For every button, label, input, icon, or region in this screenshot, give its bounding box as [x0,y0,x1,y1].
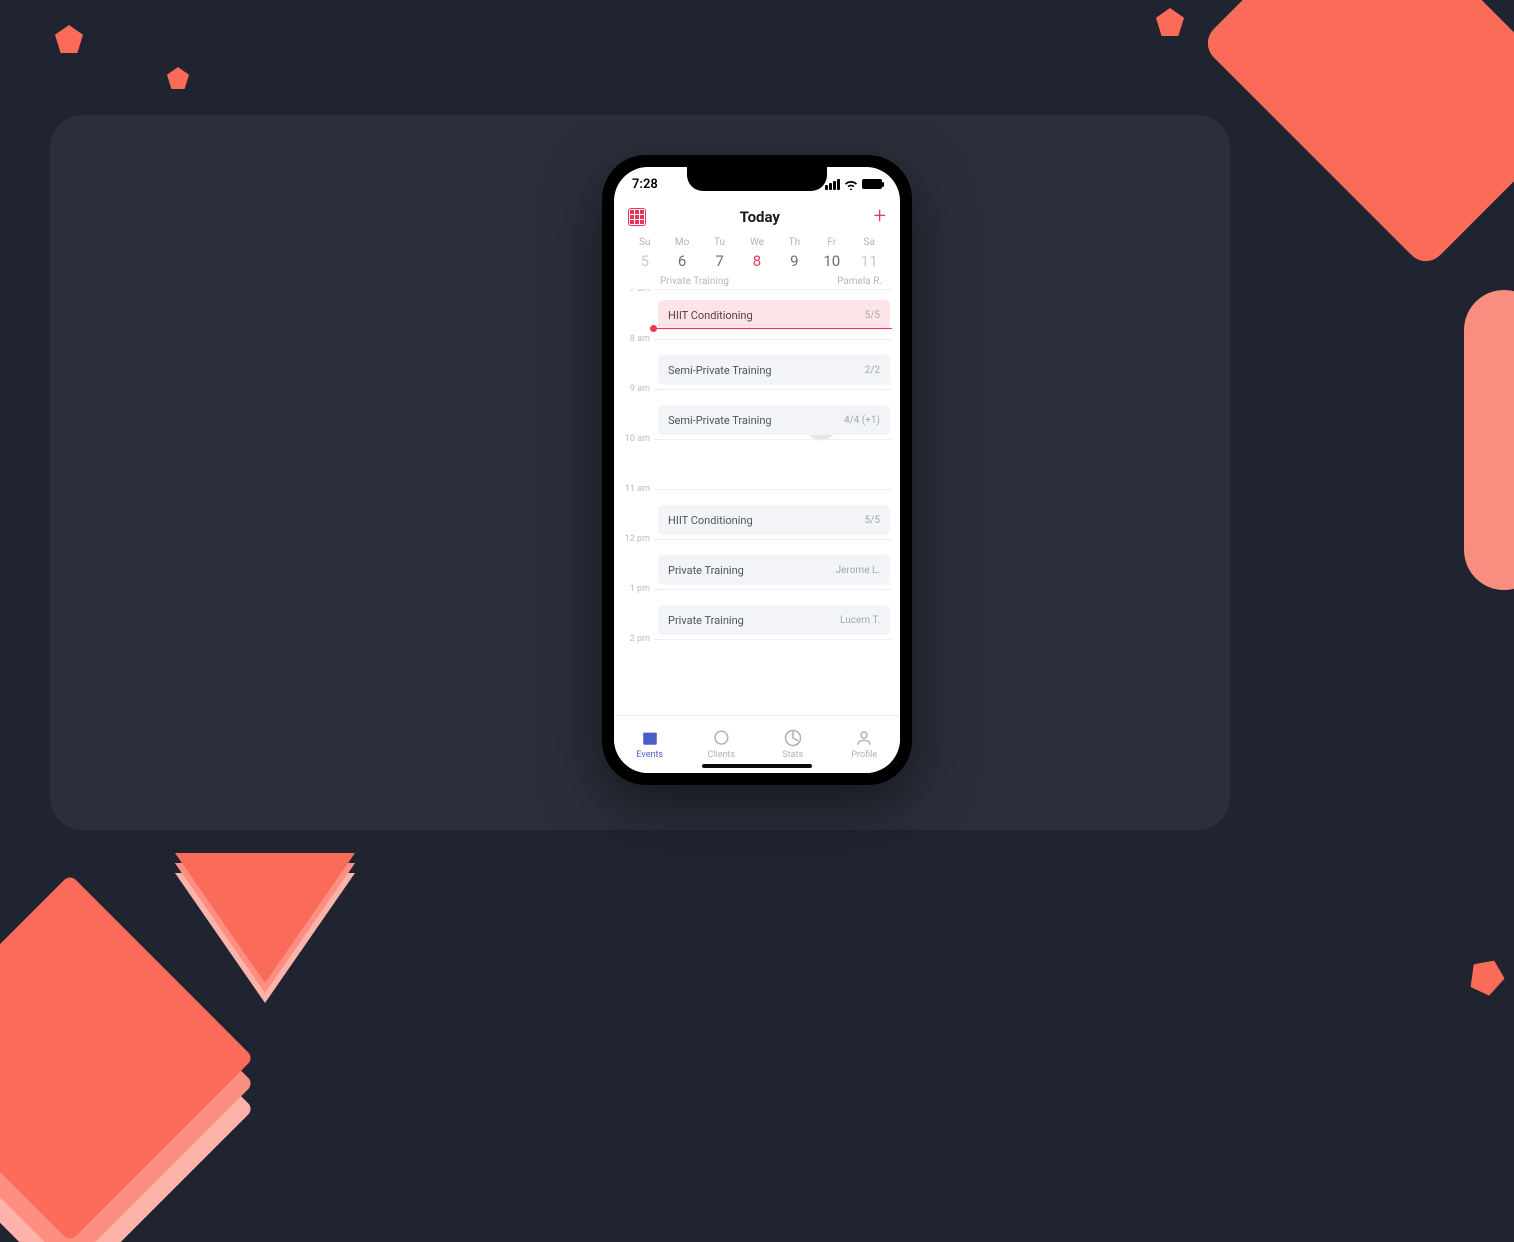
decor-gem-icon [1464,953,1509,998]
wifi-icon [844,179,858,190]
tab-label: Clients [707,750,735,760]
battery-icon [862,179,882,189]
decor-gem-icon [167,67,189,89]
hour-label: 7 am [620,289,650,294]
hour-slot: 10 am [654,439,892,489]
phone-notch [687,167,827,191]
day-timeline[interactable]: 7 am HIIT Conditioning 5/5 8 am Semi-Private… [614,289,900,715]
status-time: 7:28 [632,177,658,192]
weekday-cell[interactable]: Tu 7 [701,237,738,270]
hour-slot: 9 amSemi-Private Training4/4 (+1) [654,389,892,439]
tab-label: Stats [782,750,803,760]
screen-header: Today + [614,201,900,237]
weekday-cell[interactable]: Su 5 [626,237,663,270]
phone-screen: 7:28 Today + Su 5Mo 6Tu 7We 8Th 9Fr 10Sa 11 Pri… [614,167,900,773]
event-meta: 5/5 [865,515,880,526]
event-meta: 4/4 (+1) [844,415,880,426]
stats-icon [784,729,802,747]
decor-blob-right [1464,290,1514,590]
hour-label: 2 pm [620,634,650,644]
event-card[interactable]: Semi-Private Training 4/4 (+1) [658,405,890,435]
weekday-cell[interactable]: We 8 [738,237,775,270]
weekday-label: Sa [851,237,888,248]
event-name: Private Training [668,564,744,577]
event-meta: 5/5 [865,310,880,321]
weekday-label: Fr [813,237,850,248]
current-time-indicator [654,328,892,329]
event-card[interactable]: HIIT Conditioning 5/5 [658,300,890,330]
hour-slot: 12 pmPrivate TrainingJerome L. [654,539,892,589]
event-name: Private Training [668,614,744,627]
phone-device-frame: 7:28 Today + Su 5Mo 6Tu 7We 8Th 9Fr 10Sa 11 Pri… [602,155,912,785]
hour-label: 12 pm [620,534,650,544]
peek-event-name: Private Training [660,276,729,287]
weekday-cell[interactable]: Fr 10 [813,237,850,270]
event-card[interactable]: Private Training Lucern T. [658,605,890,635]
tab-profile[interactable]: Profile [829,716,901,773]
clients-icon [712,729,730,747]
event-meta: Jerome L. [836,565,880,576]
weekday-number: 10 [813,252,850,270]
add-button[interactable]: + [874,206,886,228]
peek-event-meta: Pamela R. [837,276,882,287]
decor-stack-bottom-left [175,853,355,1033]
hour-slot: 2 pm [654,639,892,689]
events-icon [641,729,659,747]
weekday-cell[interactable]: Sa 11 [851,237,888,270]
hour-slot: 7 amHIIT Conditioning5/5 [654,289,892,339]
weekday-number: 8 [738,252,775,270]
event-name: Semi-Private Training [668,364,772,377]
weekday-label: Th [776,237,813,248]
home-indicator [702,764,812,768]
hour-label: 8 am [620,334,650,344]
calendar-grid-icon[interactable] [628,208,646,226]
event-meta: Lucern T. [840,615,880,626]
hour-slot: 1 pmPrivate TrainingLucern T. [654,589,892,639]
decor-gem-icon [55,25,83,53]
event-name: HIIT Conditioning [668,514,753,527]
week-row: Su 5Mo 6Tu 7We 8Th 9Fr 10Sa 11 [614,237,900,270]
weekday-label: We [738,237,775,248]
event-name: HIIT Conditioning [668,309,753,322]
event-card[interactable]: Private Training Jerome L. [658,555,890,585]
tab-label: Profile [851,750,877,760]
previous-event-peek: Private Training Pamela R. [614,270,900,289]
event-card[interactable]: HIIT Conditioning 5/5 [658,505,890,535]
event-meta: 2/2 [865,365,880,376]
event-name: Semi-Private Training [668,414,772,427]
decor-triangle-top-right [1200,0,1514,269]
weekday-cell[interactable]: Mo 6 [663,237,700,270]
weekday-number: 7 [701,252,738,270]
weekday-label: Tu [701,237,738,248]
weekday-label: Su [626,237,663,248]
hour-slot: 11 amHIIT Conditioning5/5 [654,489,892,539]
hour-slot: 8 amSemi-Private Training2/2 [654,339,892,389]
decor-gem-icon [1156,8,1184,36]
tab-label: Events [636,750,663,760]
hour-label: 9 am [620,384,650,394]
weekday-number: 9 [776,252,813,270]
signal-icon [825,179,840,190]
page-title: Today [740,208,780,226]
weekday-number: 6 [663,252,700,270]
profile-icon [855,729,873,747]
hour-label: 11 am [620,484,650,494]
hour-label: 10 am [620,434,650,444]
event-card[interactable]: Semi-Private Training 2/2 [658,355,890,385]
weekday-cell[interactable]: Th 9 [776,237,813,270]
weekday-number: 5 [626,252,663,270]
hour-label: 1 pm [620,584,650,594]
weekday-number: 11 [851,252,888,270]
tab-events[interactable]: Events [614,716,686,773]
weekday-label: Mo [663,237,700,248]
